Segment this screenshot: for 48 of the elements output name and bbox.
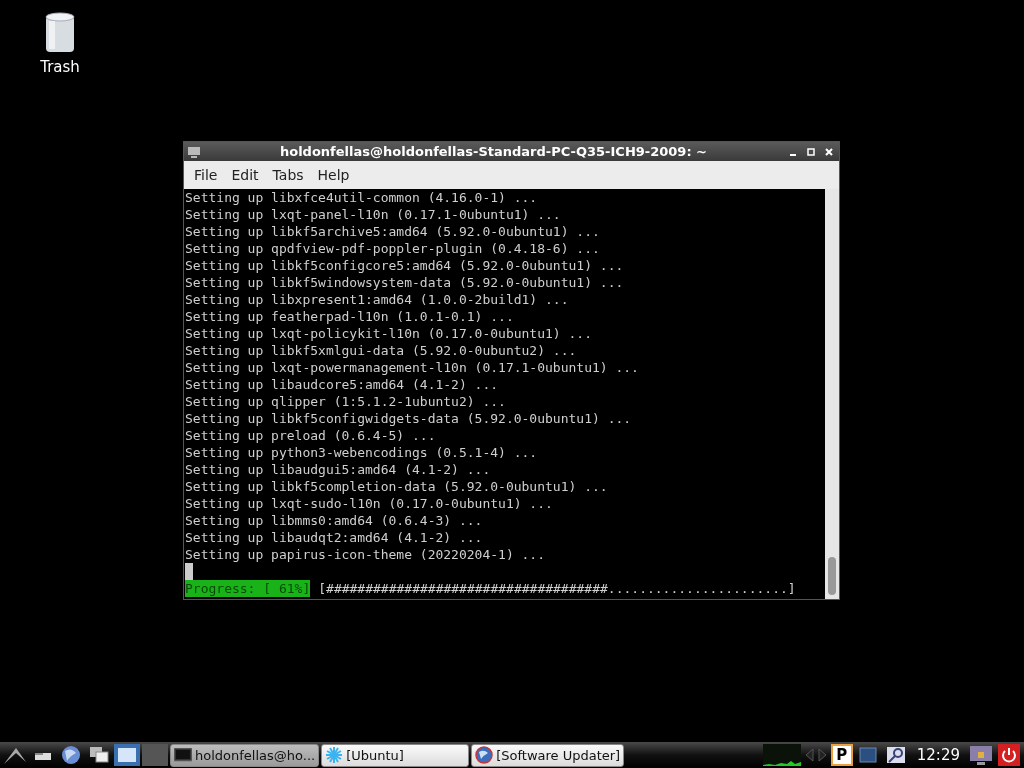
clock[interactable]: 12:29 [910,746,966,764]
monitor-icon [188,145,200,158]
output-line: Setting up libkf5configwidgets-data (5.92.0-0ubuntu1) ... [185,410,633,427]
output-line: Setting up libaudgui5:amd64 (4.1-2) ... [185,461,492,478]
output-line: Setting up qlipper (1:5.1.2-1ubuntu2) ... [185,393,507,410]
output-line: Setting up featherpad-l10n (1.0.1-0.1) ... [185,308,515,325]
cpu-graph [762,744,801,766]
window-title: holdonfellas@holdonfellas-Standard-PC-Q35-ICH9-2009: ~ [278,144,708,159]
tray-badge[interactable]: P [830,744,853,766]
output-line: Setting up libaudqt2:amd64 (4.1-2) ... [185,529,484,546]
output-line: Setting up libxpresent1:amd64 (1.0.0-2build1) ... [185,291,570,308]
output-line: Setting up lxqt-panel-l10n (0.17.1-0ubuntu1) ... [185,206,562,223]
output-line: Setting up libkf5xmlgui-data (5.92.0-0ubuntu2) ... [185,342,578,359]
power-icon[interactable] [996,744,1022,766]
starburst-icon [325,746,344,764]
menu-item[interactable]: Tabs [266,165,310,185]
output-line: Setting up libkf5completion-data (5.92.0-0ubuntu1) ... [185,478,609,495]
output-line: Setting up lxqt-sudo-l10n (0.17.0-0ubuntu1) ... [185,495,554,512]
terminal-icon [174,748,192,762]
output-line: Setting up libkf5windowsystem-data (5.92.0-0ubuntu1) ... [185,274,625,291]
task-button[interactable]: [Ubuntu] [321,743,470,767]
globe-icon [475,746,494,764]
output-line: Setting up lxqt-policykit-l10n (0.17.0-0ubuntu1) ... [185,325,593,342]
output-line: Setting up qpdfview-pdf-poppler-plugin (0.4.18-6) ... [185,240,601,257]
progress-label: Progress: [ 61%] [185,580,311,597]
task-button[interactable]: holdonfellas@ho... [170,743,320,767]
output-line: Setting up libxfce4util-common (4.16.0-1) ... [185,189,539,206]
output-line: Setting up libkf5configcore5:amd64 (5.92.0-0ubuntu1) ... [185,257,625,274]
menu-item[interactable]: Edit [225,165,265,185]
close-icon[interactable] [823,145,835,158]
menu-item[interactable]: File [188,165,224,185]
task-button[interactable]: [Software Updater] [471,743,625,767]
maximize-icon[interactable] [805,145,817,158]
progress-text: [####################################.......................] [318,580,796,597]
trash-icon[interactable] [45,12,75,54]
menu-item[interactable]: Help [311,165,356,185]
output-line: Setting up python3-webencodings (0.5.1-4) ... [185,444,539,461]
output-line: Setting up libkf5archive5:amd64 (5.92.0-0ubuntu1) ... [185,223,601,240]
scroll-thumb[interactable] [828,557,836,595]
output-line: Setting up lxqt-powermanagement-l10n (0.17.1-0ubuntu1) ... [185,359,640,376]
lock-screen-icon[interactable] [968,744,994,766]
scrollbar[interactable] [825,189,839,599]
output-line: Setting up libaudcore5:amd64 (4.1-2) ... [185,376,500,393]
desktop-icon-label[interactable]: Trash [40,58,80,76]
output-line: Setting up libmms0:amd64 (0.6.4-3) ... [185,512,484,529]
output-line: Setting up preload (0.6.4-5) ... [185,427,437,444]
text-cursor [185,563,193,580]
output-line: Setting up papirus-icon-theme (20220204-1) ... [185,546,547,563]
